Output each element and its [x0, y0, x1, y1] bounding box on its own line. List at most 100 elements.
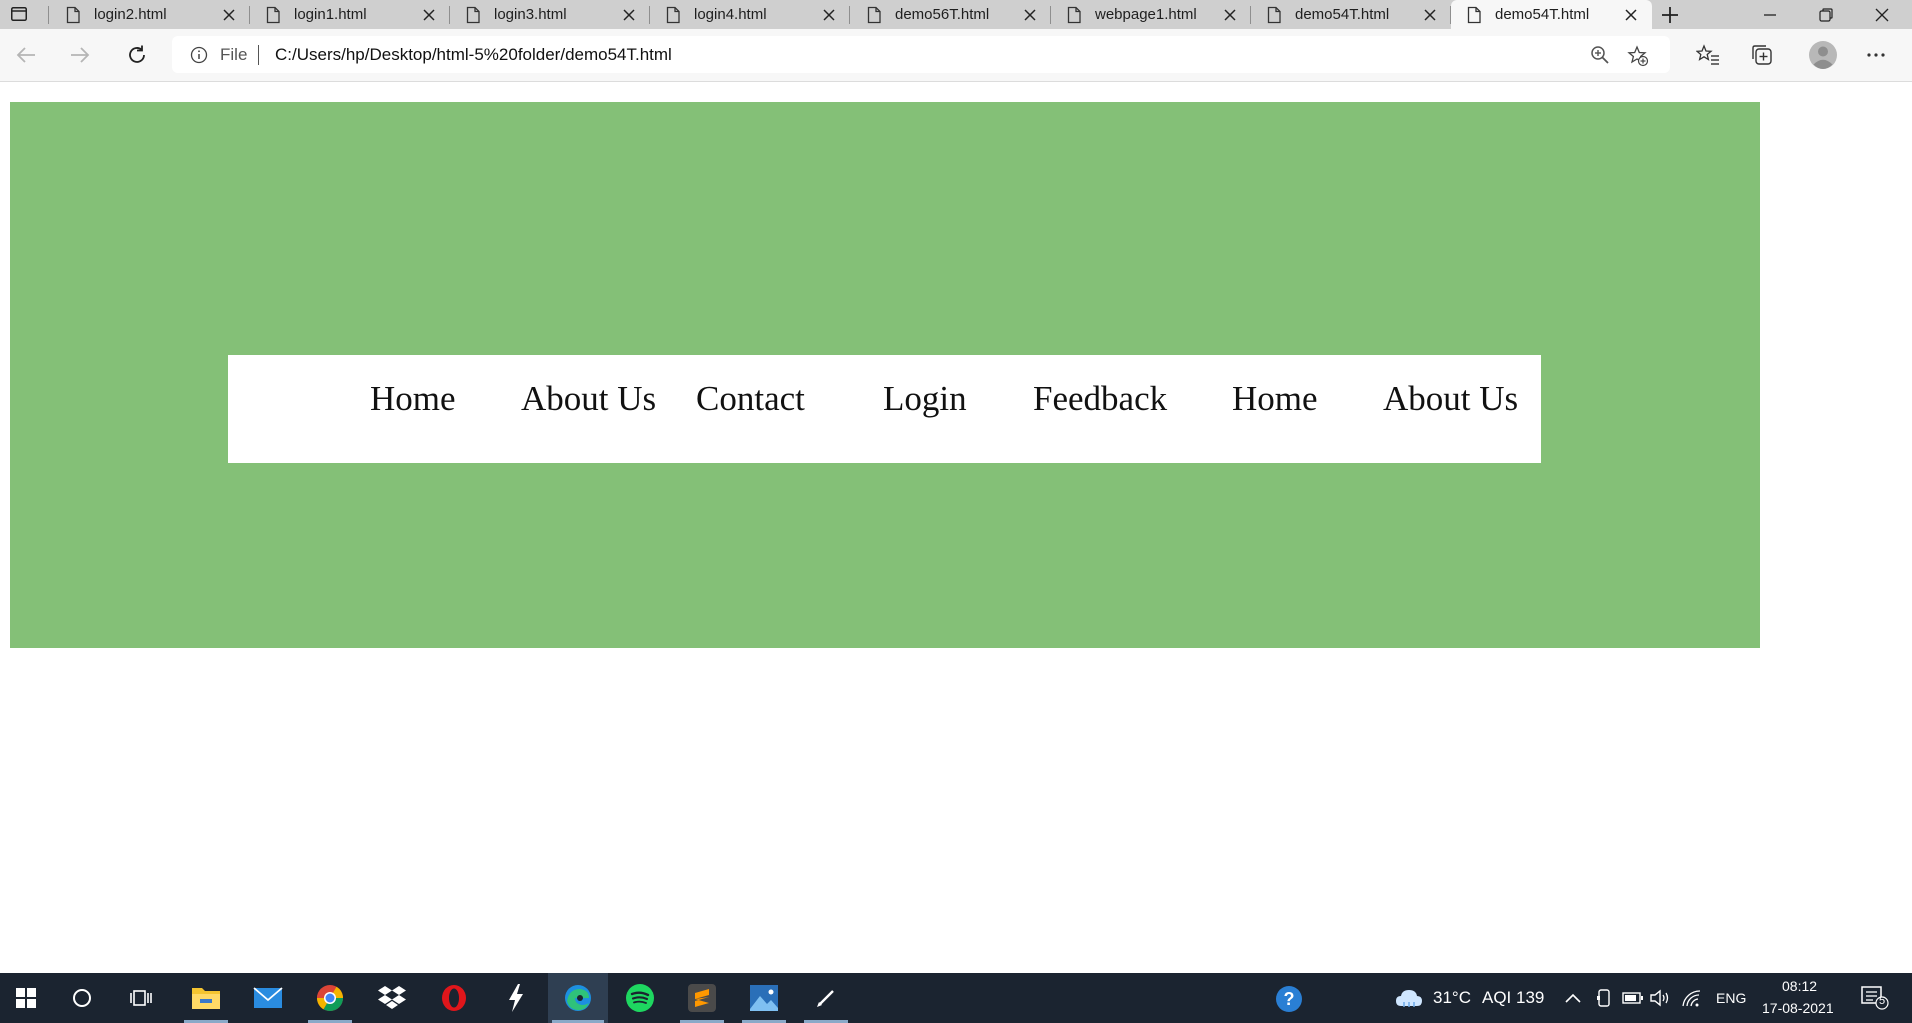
nav-link-about-us-2[interactable]: About Us [1383, 379, 1518, 419]
weather-temperature[interactable]: 31°C [1433, 988, 1471, 1008]
minimize-icon [1764, 13, 1776, 16]
nav-link-feedback[interactable]: Feedback [1033, 379, 1167, 419]
address-bar[interactable]: File C:/Users/hp/Desktop/html-5%20folder… [172, 36, 1670, 73]
tab-close-button[interactable] [1019, 4, 1041, 26]
clock-date[interactable]: 17-08-2021 [1762, 1000, 1834, 1016]
url-text[interactable]: C:/Users/hp/Desktop/html-5%20folder/demo… [275, 45, 672, 65]
zoom-icon[interactable] [1590, 45, 1610, 65]
bolt-app[interactable] [490, 973, 542, 1023]
sublime-icon [688, 984, 716, 1012]
close-icon [623, 8, 635, 21]
language-indicator[interactable]: ENG [1716, 990, 1746, 1006]
document-icon [1467, 6, 1481, 23]
help-icon[interactable]: ? [1274, 985, 1304, 1013]
chevron-up-icon[interactable] [1562, 987, 1584, 1009]
notification-count: 5 [1878, 995, 1886, 1007]
refresh-icon [129, 45, 145, 63]
tab-active[interactable]: demo54T.html [1451, 0, 1652, 29]
tab[interactable]: login1.html [250, 0, 450, 29]
tab-close-button[interactable] [1419, 4, 1441, 26]
collections-button[interactable] [1748, 41, 1776, 69]
tab-close-button[interactable] [1219, 4, 1241, 26]
tab-close-button[interactable] [418, 4, 440, 26]
nav-link-home[interactable]: Home [370, 379, 456, 419]
document-icon [266, 6, 280, 23]
restore-button[interactable] [1798, 0, 1854, 29]
tab-separator [849, 6, 850, 24]
forward-button[interactable] [64, 39, 96, 71]
minimize-button[interactable] [1742, 0, 1798, 29]
favorites-icon [1696, 44, 1719, 65]
document-icon [867, 6, 881, 23]
nav-link-contact[interactable]: Contact [696, 379, 805, 419]
search-circle-icon [73, 989, 91, 1007]
close-icon [1424, 8, 1436, 21]
file-explorer-app[interactable] [180, 973, 232, 1023]
document-icon [666, 6, 680, 23]
close-icon [1875, 8, 1889, 21]
chrome-icon [316, 985, 344, 1012]
tab[interactable]: login4.html [650, 0, 850, 29]
refresh-button[interactable] [121, 39, 153, 71]
window-menu-icon[interactable] [10, 6, 28, 22]
profile-avatar[interactable] [1806, 38, 1840, 72]
weather-aqi[interactable]: AQI 139 [1482, 988, 1544, 1008]
document-icon [466, 6, 480, 23]
browser-toolbar: File C:/Users/hp/Desktop/html-5%20folder… [0, 29, 1912, 82]
nav-link-about-us[interactable]: About Us [521, 379, 656, 419]
device-icon[interactable] [1593, 987, 1615, 1009]
start-button[interactable] [0, 973, 52, 1023]
bolt-icon [509, 984, 523, 1012]
tab-close-button[interactable] [1620, 4, 1642, 26]
wifi-icon[interactable] [1680, 987, 1702, 1009]
address-divider [258, 45, 259, 65]
photos-app[interactable] [738, 973, 790, 1023]
new-tab-button[interactable] [1656, 2, 1684, 28]
tab-title: demo54T.html [1295, 6, 1390, 23]
chrome-app[interactable] [304, 973, 356, 1023]
weather-cloud-icon[interactable] [1394, 987, 1424, 1009]
favorites-button[interactable] [1694, 41, 1722, 69]
task-view-button[interactable] [116, 973, 168, 1023]
battery-icon[interactable] [1622, 987, 1644, 1009]
nav-link-login[interactable]: Login [883, 379, 967, 419]
more-button[interactable] [1862, 41, 1890, 69]
mail-icon [253, 987, 283, 1008]
notification-center-icon[interactable]: 5 [1860, 986, 1890, 1010]
page-banner: Home About Us Contact Login Feedback Hom… [10, 102, 1760, 648]
sublime-text-app[interactable] [676, 973, 728, 1023]
pen-icon [817, 990, 834, 1007]
edge-app[interactable] [548, 973, 608, 1023]
snipping-tool-app[interactable] [800, 973, 852, 1023]
scheme-label: File [220, 45, 248, 64]
edge-icon [565, 985, 591, 1011]
tab[interactable]: demo56T.html [851, 0, 1051, 29]
add-favorite-icon[interactable] [1627, 45, 1649, 67]
spotify-app[interactable] [614, 973, 666, 1023]
tab-title: webpage1.html [1095, 6, 1197, 23]
back-button[interactable] [10, 39, 42, 71]
mail-app[interactable] [242, 973, 294, 1023]
clock-time[interactable]: 08:12 [1782, 978, 1817, 994]
tab-close-button[interactable] [818, 4, 840, 26]
info-icon[interactable] [190, 46, 208, 64]
navigation-bar: Home About Us Contact Login Feedback Hom… [228, 355, 1541, 463]
tab-close-button[interactable] [618, 4, 640, 26]
windows-logo-icon [16, 988, 36, 1008]
close-window-button[interactable] [1854, 0, 1910, 29]
search-button[interactable] [56, 973, 108, 1023]
tab-close-button[interactable] [218, 4, 240, 26]
tab[interactable]: login3.html [450, 0, 650, 29]
dropbox-app[interactable] [366, 973, 418, 1023]
tab[interactable]: demo54T.html [1251, 0, 1451, 29]
close-icon [823, 8, 835, 21]
svg-text:?: ? [1284, 989, 1295, 1009]
nav-link-home-2[interactable]: Home [1232, 379, 1318, 419]
document-icon [1267, 6, 1281, 23]
tab[interactable]: login2.html [50, 0, 250, 29]
volume-icon[interactable] [1650, 987, 1672, 1009]
tab[interactable]: webpage1.html [1051, 0, 1251, 29]
tab-title: login3.html [494, 6, 567, 23]
opera-app[interactable] [428, 973, 480, 1023]
close-icon [223, 8, 235, 21]
